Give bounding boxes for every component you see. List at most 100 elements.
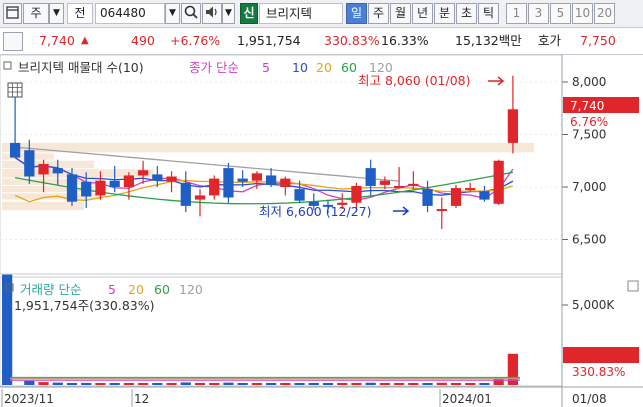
current-price: 7,740 — [39, 33, 75, 48]
candle-body — [66, 174, 78, 202]
ma20-label: 20 — [316, 60, 332, 75]
high-price-note: 최고 8,060 (01/08) — [358, 73, 471, 88]
turnover-rate: 16.33% — [381, 33, 429, 48]
prefix-toggle[interactable]: 전 — [67, 3, 93, 24]
trading-volume: 1,951,754 — [237, 33, 301, 48]
search-icon[interactable] — [181, 3, 201, 24]
candle-body — [52, 168, 63, 174]
volume-bar — [408, 383, 419, 385]
vol-ma5-label: 5 — [108, 282, 116, 297]
stock-chart[interactable]: 8,0007,5007,0006,500 5,000K1,952K330.83%… — [0, 55, 643, 407]
volume-bar — [337, 383, 348, 385]
window-layout-icon-glyph — [6, 6, 19, 19]
volume-bar — [251, 383, 263, 385]
volume-bar — [194, 382, 206, 385]
code-dropdown-chevron-icon[interactable]: ▼ — [165, 3, 180, 24]
vol-ma120-label: 120 — [179, 282, 203, 297]
date-label: 12 — [134, 392, 149, 406]
quote-bar: 7,740 ▲ 490 +6.76% 1,951,754 330.83% 16.… — [0, 28, 643, 55]
period-button-1[interactable]: 주 — [368, 3, 389, 24]
grid-table-icon[interactable] — [7, 82, 23, 98]
period-button-3[interactable]: 년 — [412, 3, 433, 24]
period-button-0[interactable]: 일 — [346, 3, 367, 24]
price-change: 490 — [131, 33, 155, 48]
volume-bar — [137, 383, 149, 385]
candle-body — [493, 160, 504, 204]
volume-bar — [479, 383, 490, 385]
volume-bar — [166, 383, 177, 385]
candle-body — [450, 188, 462, 206]
interval-button-20[interactable]: 20 — [594, 3, 615, 24]
interval-button-1[interactable]: 1 — [506, 3, 527, 24]
volume-ma-label: 거래량 단순 — [20, 282, 81, 297]
volume-bar — [379, 383, 391, 385]
credit-badge: 신 — [240, 3, 258, 24]
market-type-label: 주 — [30, 6, 42, 20]
volume-bar — [265, 383, 277, 385]
volume-bar — [465, 383, 476, 385]
candle-body — [166, 176, 177, 182]
volume-bar — [322, 383, 334, 385]
prefix-label: 전 — [74, 6, 86, 20]
volume-bar — [123, 383, 135, 385]
interval-button-5[interactable]: 5 — [550, 3, 571, 24]
volume-bar — [450, 383, 462, 385]
candle-body — [209, 178, 220, 196]
candle-body — [465, 188, 476, 191]
candle-body — [507, 109, 519, 143]
interval-button-3[interactable]: 3 — [528, 3, 549, 24]
candle-body — [265, 175, 277, 185]
ma60-label: 60 — [341, 60, 357, 75]
stock-code-input[interactable]: 064480 — [95, 3, 165, 24]
speaker-icon[interactable] — [202, 3, 222, 24]
volume-bar — [66, 383, 78, 385]
ma10-label: 10 — [292, 60, 308, 75]
volume-bar — [52, 382, 63, 385]
candle-body — [251, 173, 263, 181]
price-tick-label: 7,500 — [572, 128, 606, 142]
candle-body — [24, 150, 35, 177]
chart-toolbar: 주 ▼ 전 064480 ▼ ▼ 신 브리지텍 일 주 월 년 분 초 틱 1 3 5 10 20 — [0, 0, 643, 28]
price-tag-pct: 6.76% — [570, 115, 608, 129]
low-price-note: 최저 6,600 (12/27) — [259, 204, 372, 219]
period-button-2[interactable]: 월 — [390, 3, 411, 24]
candle-body — [137, 170, 149, 176]
stock-name-field[interactable]: 브리지텍 — [259, 3, 343, 24]
candle-body — [294, 189, 305, 201]
market-type-dropdown[interactable]: 주 — [23, 3, 49, 24]
ma5-label: 5 — [262, 60, 270, 75]
period-button-6[interactable]: 틱 — [478, 3, 499, 24]
price-tick-label: 8,000 — [572, 75, 606, 89]
market-dropdown-chevron-icon[interactable]: ▼ — [49, 3, 64, 24]
period-button-5[interactable]: 초 — [456, 3, 477, 24]
volume-bar — [81, 382, 92, 385]
candle-body — [180, 182, 191, 206]
vol-ma20-label: 20 — [128, 282, 144, 297]
candle-body — [351, 185, 362, 203]
period-button-4[interactable]: 분 — [434, 3, 455, 24]
candle-body — [152, 174, 163, 181]
quote-toggle-icon[interactable] — [3, 32, 23, 51]
volume-bar — [180, 382, 191, 385]
interval-button-10[interactable]: 10 — [572, 3, 593, 24]
candle-body — [422, 189, 433, 206]
price-panel-title: 브리지텍 매물대 수(10) — [18, 60, 144, 75]
ask-price: 7,750 — [580, 33, 616, 48]
volume-scroll-icon[interactable] — [627, 280, 639, 292]
volume-info: 1,951,754주(330.83%) — [14, 298, 155, 313]
volume-bar — [24, 380, 35, 385]
candle-body — [9, 142, 21, 158]
candle-body — [38, 163, 49, 175]
candle-body — [393, 185, 405, 188]
price-tag-value: 7,740 — [570, 99, 604, 113]
candle-body — [237, 178, 248, 182]
volume-bar — [351, 382, 362, 385]
volume-bar — [152, 383, 163, 385]
window-layout-icon[interactable] — [3, 3, 22, 24]
volume-bar — [436, 382, 447, 385]
ask-label: 호가 — [538, 33, 562, 48]
candle-body — [109, 180, 120, 187]
speaker-dropdown-chevron-icon[interactable]: ▼ — [222, 3, 235, 24]
volume-bar — [308, 383, 319, 385]
candle-body — [280, 178, 291, 187]
